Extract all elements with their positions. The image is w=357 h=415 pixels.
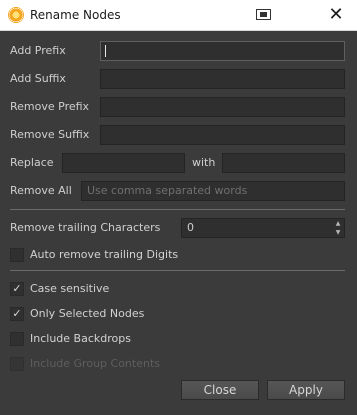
remove-prefix-label: Remove Prefix [10, 100, 90, 113]
add-prefix-label: Add Prefix [10, 44, 66, 57]
add-prefix-input[interactable] [100, 41, 345, 61]
case-sensitive-checkbox[interactable]: ✓ [10, 282, 24, 296]
remove-trailing-value: 0 [187, 221, 194, 234]
include-group-checkbox [10, 357, 24, 371]
spin-up-icon[interactable]: ▲ [332, 219, 344, 228]
auto-remove-digits-label: Auto remove trailing Digits [30, 248, 179, 261]
apply-button[interactable]: Apply [267, 380, 345, 400]
remove-all-placeholder: Use comma separated words [87, 184, 248, 197]
remove-suffix-input[interactable] [100, 125, 345, 145]
separator [10, 209, 345, 210]
close-button[interactable]: Close [181, 380, 259, 400]
replace-input[interactable] [62, 153, 185, 173]
with-label: with [192, 156, 216, 169]
add-suffix-input[interactable] [100, 69, 345, 89]
remove-prefix-input[interactable] [100, 97, 345, 117]
remove-suffix-label: Remove Suffix [10, 128, 90, 141]
remove-all-input[interactable]: Use comma separated words [81, 181, 345, 201]
remove-trailing-label: Remove trailing Characters [10, 221, 161, 234]
replace-label: Replace [10, 156, 54, 169]
with-input[interactable] [222, 153, 345, 173]
window-title: Rename Nodes [30, 8, 121, 22]
app-icon [8, 7, 24, 23]
include-backdrops-checkbox[interactable] [10, 332, 24, 346]
text-caret [105, 45, 106, 57]
remove-trailing-spinbox[interactable]: 0 [181, 218, 345, 238]
restore-icon[interactable] [256, 9, 271, 20]
title-bar: Rename Nodes ✕ [0, 0, 357, 31]
include-backdrops-label: Include Backdrops [30, 332, 131, 345]
spin-down-icon[interactable]: ▼ [332, 228, 344, 237]
only-selected-label: Only Selected Nodes [30, 307, 145, 320]
case-sensitive-label: Case sensitive [30, 282, 110, 295]
only-selected-checkbox[interactable]: ✓ [10, 307, 24, 321]
auto-remove-digits-checkbox[interactable] [10, 248, 24, 262]
separator [10, 270, 345, 271]
add-suffix-label: Add Suffix [10, 72, 66, 85]
close-icon[interactable]: ✕ [325, 4, 347, 26]
remove-all-label: Remove All [10, 184, 72, 197]
include-group-label: Include Group Contents [30, 357, 161, 370]
